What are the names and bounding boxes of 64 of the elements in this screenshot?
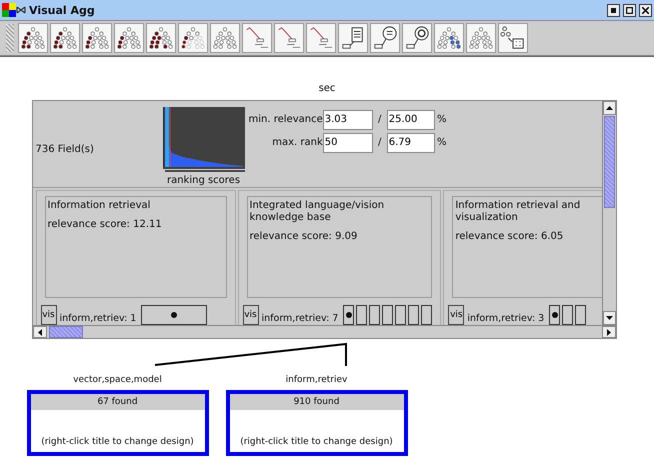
dot-icon <box>346 312 352 318</box>
field-count: 736 Field(s) <box>36 142 95 154</box>
toolbar-button[interactable] <box>498 23 528 53</box>
scroll-thumb[interactable] <box>604 116 614 208</box>
term-count: inform,retriev: 3 <box>467 313 544 324</box>
up-arrow-icon <box>606 106 612 110</box>
right-arrow-icon <box>606 328 610 336</box>
document-title: Information retrieval <box>48 200 152 212</box>
chart-label: ranking scores <box>166 175 240 186</box>
slash-text: / <box>377 114 382 125</box>
scroll-thumb[interactable] <box>48 326 82 338</box>
term-count: inform,retriev: 1 <box>60 313 136 324</box>
toolbar-button[interactable] <box>402 23 432 53</box>
slash-text: / <box>377 137 382 148</box>
dot-icon <box>552 312 558 318</box>
relevance-score: relevance score: 9.09 <box>250 231 358 243</box>
unit-text: % <box>436 137 448 148</box>
toolbar-button[interactable] <box>434 23 464 53</box>
input-field[interactable]: 3.03 <box>322 110 373 130</box>
unit-text: % <box>436 114 448 125</box>
vis-button[interactable]: vis <box>242 305 258 325</box>
percent-field[interactable]: 25.00 <box>386 110 435 130</box>
toolbar-button[interactable] <box>50 23 80 53</box>
toolbar-button[interactable] <box>82 23 112 53</box>
node-title[interactable]: 67 found <box>30 394 204 410</box>
horizontal-scrollbar[interactable] <box>32 325 616 338</box>
term-count: inform,retriev: 7 <box>262 313 338 324</box>
maximize-button[interactable] <box>623 4 636 16</box>
down-arrow-icon <box>606 316 612 320</box>
minimize-icon <box>611 8 616 12</box>
minimize-button[interactable] <box>607 4 620 16</box>
node-hint: (right-click title to change design) <box>239 437 394 447</box>
toolbar-grip[interactable] <box>6 24 14 52</box>
dot-icon <box>171 312 178 318</box>
field-label: min. relevance <box>248 114 323 125</box>
node-label: vector,space,model <box>73 375 162 385</box>
vertical-scrollbar[interactable] <box>602 101 616 325</box>
document-title: Information retrieval and visualization <box>455 200 582 224</box>
maximize-icon <box>626 6 633 14</box>
vis-button[interactable]: vis <box>448 305 464 325</box>
vis-button[interactable]: vis <box>40 305 56 325</box>
toolbar-button[interactable] <box>114 23 144 53</box>
field-label: max. rank <box>271 137 323 148</box>
canvas-label: sec <box>318 83 336 96</box>
left-arrow-icon <box>38 328 42 336</box>
node-label: inform,retriev <box>286 375 348 385</box>
node-title[interactable]: 910 found <box>230 394 404 410</box>
toolbar-button[interactable] <box>146 23 176 53</box>
close-button[interactable] <box>639 4 652 16</box>
close-icon <box>642 6 649 14</box>
app-icon <box>2 3 26 17</box>
window-title: Visual Agg <box>29 4 96 16</box>
toolbar-button[interactable] <box>178 23 208 53</box>
relevance-score: relevance score: 12.11 <box>48 219 163 231</box>
toolbar-button[interactable] <box>210 23 240 53</box>
percent-field[interactable]: 6.79 <box>386 132 435 152</box>
document-title: Integrated language/vision knowledge base <box>250 200 386 224</box>
toolbar-button[interactable] <box>466 23 496 53</box>
input-field[interactable]: 50 <box>322 132 373 152</box>
toolbar-button[interactable] <box>338 23 368 53</box>
node-hint: (right-click title to change design) <box>40 437 195 447</box>
toolbar-button[interactable] <box>370 23 400 53</box>
toolbar-button[interactable] <box>18 23 48 53</box>
relevance-score: relevance score: 6.05 <box>455 231 564 243</box>
